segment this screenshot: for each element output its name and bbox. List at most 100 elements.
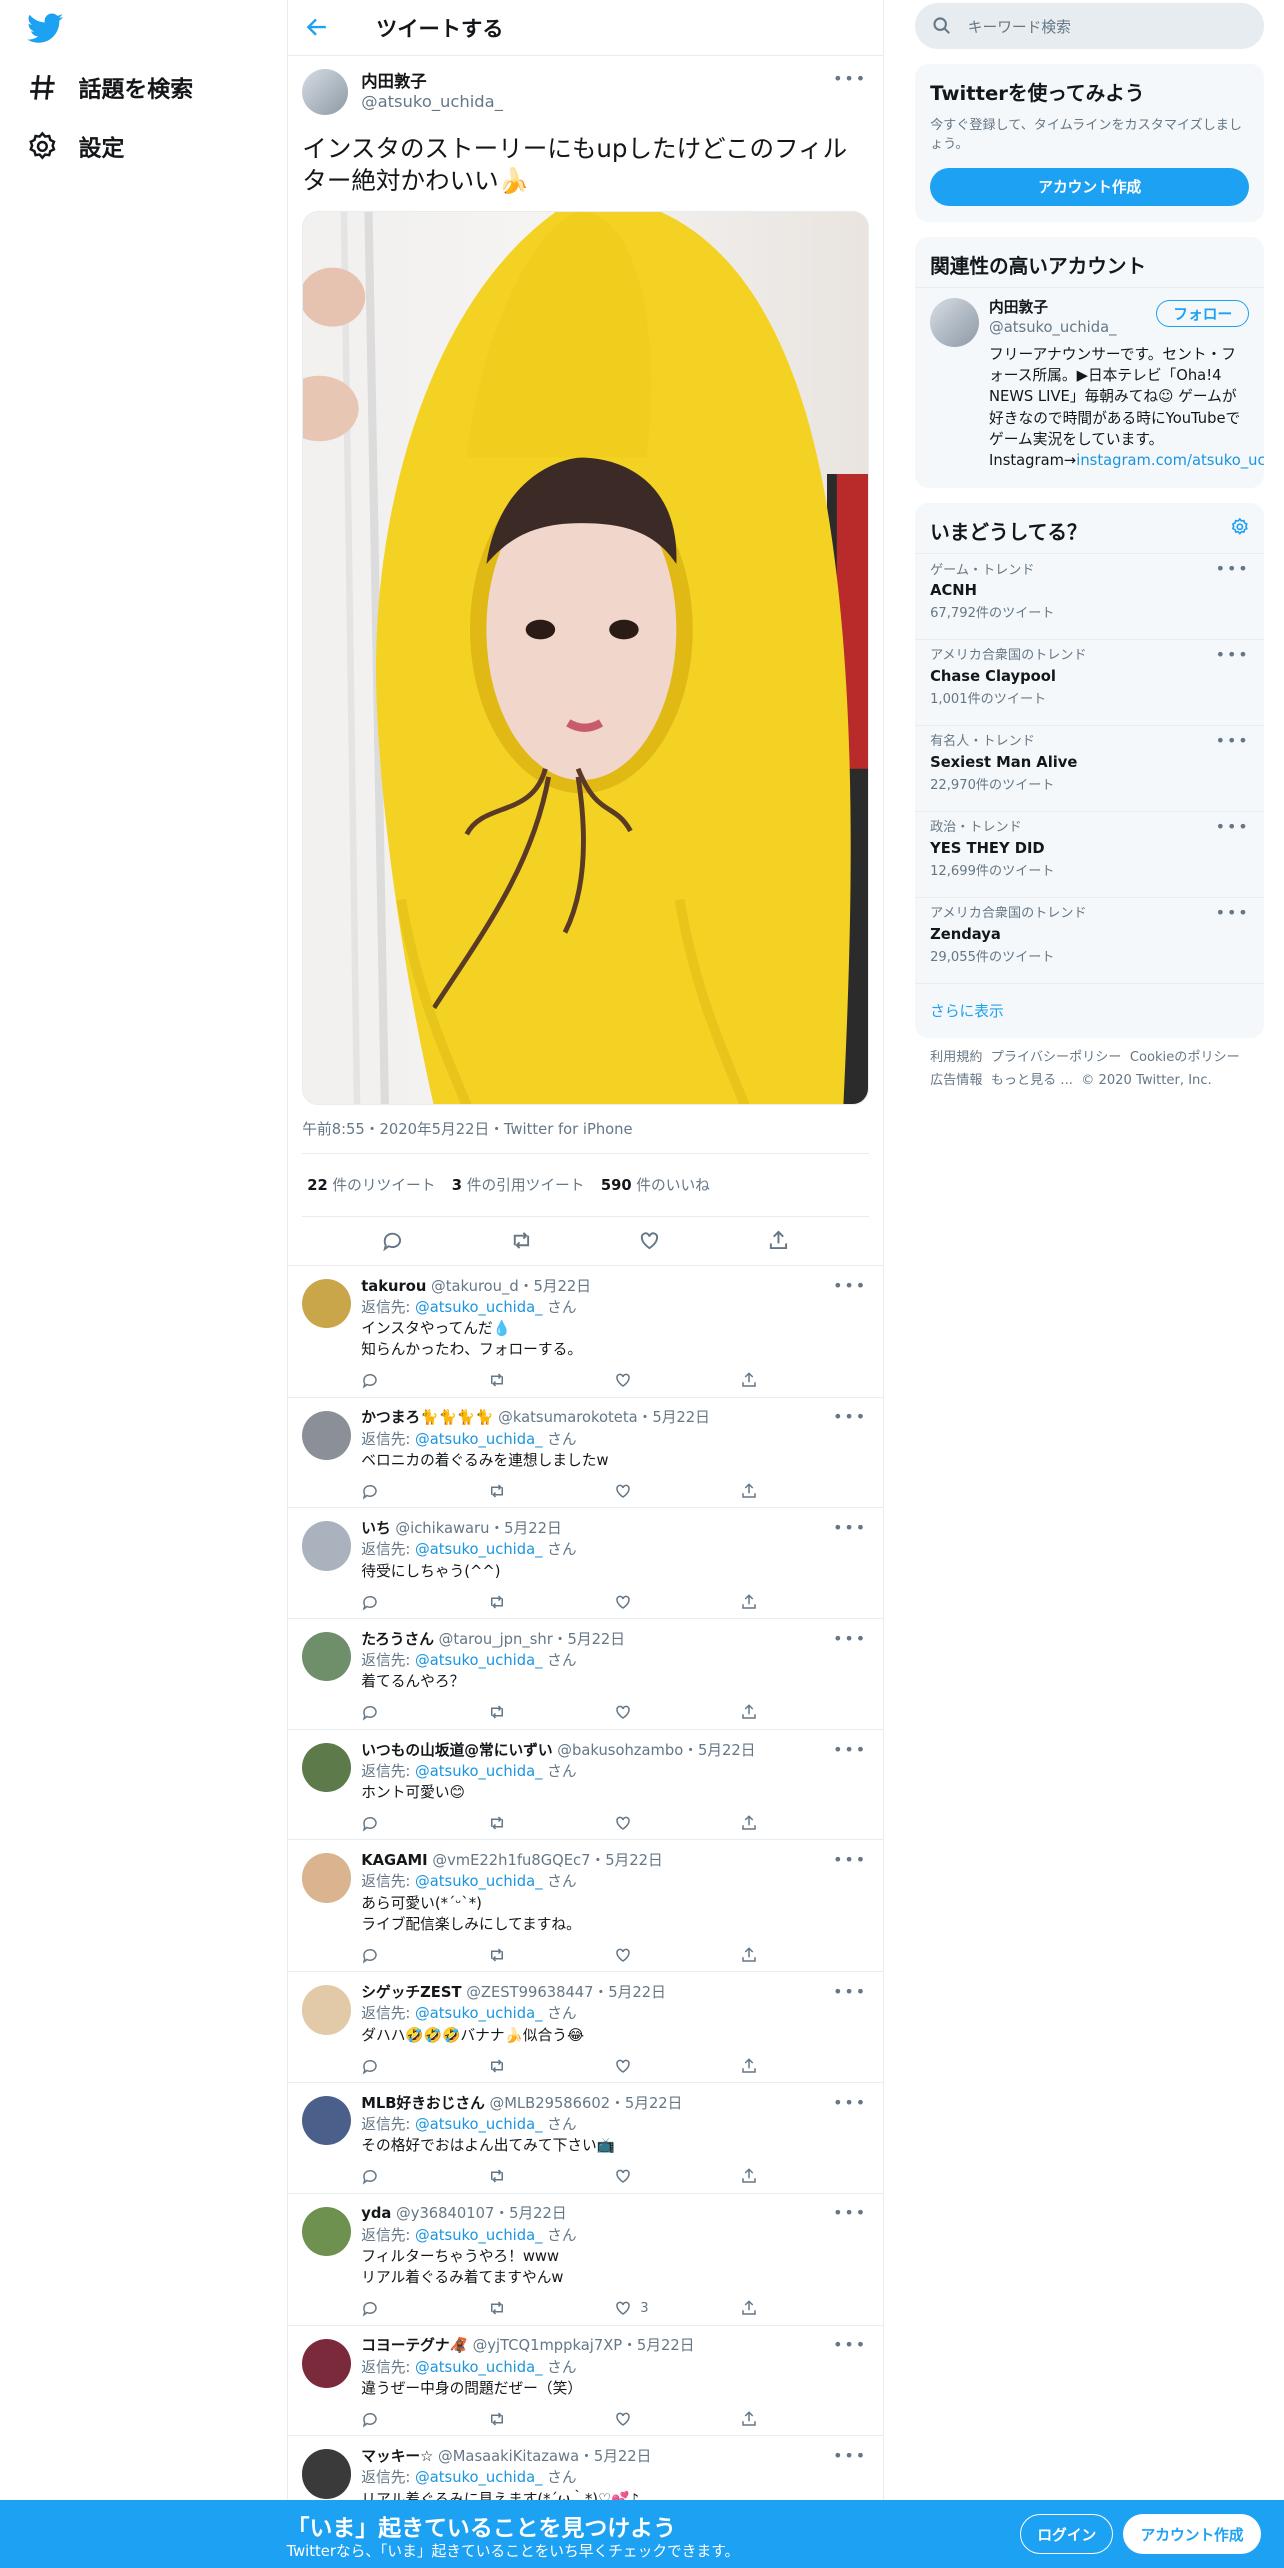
- retweet-icon[interactable]: [488, 1814, 506, 1832]
- heart-icon[interactable]: [614, 1814, 632, 1832]
- reply-icon[interactable]: [361, 1593, 379, 1611]
- back-arrow-icon[interactable]: [304, 14, 330, 40]
- more-options-icon[interactable]: •••: [833, 1407, 867, 1426]
- reply-tweet[interactable]: ••• MLB好きおじさん @MLB29586602・5月22日 返信先: @a…: [287, 2083, 884, 2194]
- reply-to-link[interactable]: @atsuko_uchida_: [415, 1652, 542, 1669]
- retweet-icon[interactable]: [488, 1593, 506, 1611]
- author-handle[interactable]: @atsuko_uchida_: [361, 92, 503, 112]
- more-options-icon[interactable]: •••: [833, 69, 867, 88]
- share-icon[interactable]: [740, 1814, 758, 1832]
- reply-date[interactable]: ・5月22日: [553, 1631, 625, 1648]
- reply-author-handle[interactable]: @ichikawaru: [395, 1520, 489, 1537]
- share-icon[interactable]: [740, 2057, 758, 2075]
- more-options-icon[interactable]: •••: [1216, 817, 1250, 836]
- reply-author-name[interactable]: KAGAMI: [361, 1852, 427, 1869]
- author-name[interactable]: 内田敦子: [361, 72, 503, 92]
- reply-icon[interactable]: [361, 1946, 379, 1964]
- reply-author-name[interactable]: いつもの山坂道@常にいずい: [361, 1742, 552, 1759]
- trend-item[interactable]: ••• 政治・トレンド YES THEY DID 12,699件のツイート: [915, 812, 1265, 898]
- retweet-icon[interactable]: [488, 2167, 506, 2185]
- reply-to-link[interactable]: @atsuko_uchida_: [415, 1299, 542, 1316]
- reply-date[interactable]: ・5月22日: [638, 1409, 710, 1426]
- heart-icon[interactable]: [638, 1229, 661, 1252]
- reply-author-name[interactable]: takurou: [361, 1278, 426, 1295]
- retweet-icon[interactable]: [488, 1482, 506, 1500]
- gear-icon[interactable]: [1230, 517, 1250, 537]
- reply-icon[interactable]: [361, 1482, 379, 1500]
- reply-date[interactable]: ・5月22日: [622, 2337, 694, 2354]
- heart-icon[interactable]: [614, 1946, 632, 1964]
- heart-icon[interactable]: [614, 1482, 632, 1500]
- avatar[interactable]: [930, 298, 980, 348]
- more-options-icon[interactable]: •••: [833, 1276, 867, 1295]
- reply-tweet[interactable]: ••• かつまろ🐈🐈🐈🐈 @katsumarokoteta・5月22日 返信先:…: [287, 1398, 884, 1509]
- heart-icon[interactable]: [614, 2057, 632, 2075]
- avatar[interactable]: [302, 2449, 352, 2499]
- reply-to-link[interactable]: @atsuko_uchida_: [415, 1763, 542, 1780]
- reply-icon[interactable]: [361, 2167, 379, 2185]
- avatar[interactable]: [302, 1632, 352, 1682]
- reply-icon[interactable]: [361, 1814, 379, 1832]
- reply-author-name[interactable]: コヨーテグナ🦧: [361, 2337, 468, 2354]
- reply-author-handle[interactable]: @MLB29586602: [490, 2095, 611, 2112]
- tweet-photo[interactable]: [302, 211, 869, 1106]
- reply-to-link[interactable]: @atsuko_uchida_: [415, 2227, 542, 2244]
- reply-to-link[interactable]: @atsuko_uchida_: [415, 2469, 542, 2486]
- reply-author-handle[interactable]: @yjTCQ1mppkaj7XP: [473, 2337, 623, 2354]
- reply-author-handle[interactable]: @katsumarokoteta: [498, 1409, 637, 1426]
- reply-author-handle[interactable]: @y36840107: [396, 2205, 494, 2222]
- share-icon[interactable]: [740, 2410, 758, 2428]
- related-bio-link[interactable]: instagram.com/atsuko_uchida1...: [1076, 452, 1264, 469]
- reply-icon[interactable]: [361, 2410, 379, 2428]
- share-icon[interactable]: [740, 2299, 758, 2317]
- reply-date[interactable]: ・5月22日: [610, 2095, 682, 2112]
- avatar[interactable]: [302, 1742, 352, 1792]
- share-icon[interactable]: [740, 1482, 758, 1500]
- avatar[interactable]: [302, 2096, 352, 2146]
- heart-icon[interactable]: [614, 2410, 632, 2428]
- reply-tweet[interactable]: ••• いつもの山坂道@常にいずい @bakusohzambo・5月22日 返信…: [287, 1730, 884, 1841]
- heart-icon[interactable]: [614, 1593, 632, 1611]
- more-options-icon[interactable]: •••: [1216, 645, 1250, 664]
- like-count[interactable]: 590 件のいいね: [601, 1174, 710, 1195]
- heart-icon[interactable]: [614, 1371, 632, 1389]
- heart-icon[interactable]: [614, 2167, 632, 2185]
- trend-item[interactable]: ••• アメリカ合衆国のトレンド Zendaya 29,055件のツイート: [915, 898, 1265, 984]
- reply-tweet[interactable]: ••• takurou @takurou_d・5月22日 返信先: @atsuk…: [287, 1266, 884, 1398]
- more-options-icon[interactable]: •••: [833, 1982, 867, 2001]
- twitter-logo-icon[interactable]: [26, 10, 65, 46]
- login-button[interactable]: ログイン: [1020, 2513, 1114, 2555]
- reply-icon[interactable]: [361, 1371, 379, 1389]
- footer-link-privacy[interactable]: プライバシーポリシー: [991, 1050, 1122, 1065]
- reply-tweet[interactable]: ••• たろうさん @tarou_jpn_shr・5月22日 返信先: @ats…: [287, 1619, 884, 1730]
- heart-icon[interactable]: [614, 2299, 632, 2317]
- reply-author-handle[interactable]: @tarou_jpn_shr: [439, 1631, 553, 1648]
- more-options-icon[interactable]: •••: [833, 1850, 867, 1869]
- heart-icon[interactable]: [614, 1703, 632, 1721]
- reply-author-name[interactable]: yda: [361, 2205, 391, 2222]
- reply-author-handle[interactable]: @bakusohzambo: [557, 1742, 683, 1759]
- reply-date[interactable]: ・5月22日: [683, 1742, 755, 1759]
- reply-to-link[interactable]: @atsuko_uchida_: [415, 1541, 542, 1558]
- reply-to-link[interactable]: @atsuko_uchida_: [415, 2005, 542, 2022]
- reply-icon[interactable]: [361, 2057, 379, 2075]
- retweet-icon[interactable]: [488, 2057, 506, 2075]
- follow-button[interactable]: フォロー: [1156, 299, 1250, 328]
- avatar[interactable]: [302, 1853, 352, 1903]
- avatar[interactable]: [302, 1278, 352, 1328]
- retweet-icon[interactable]: [488, 2410, 506, 2428]
- share-icon[interactable]: [740, 2167, 758, 2185]
- reply-date[interactable]: ・5月22日: [590, 1852, 662, 1869]
- footer-link-more[interactable]: もっと見る ...: [991, 1073, 1073, 1088]
- share-icon[interactable]: [740, 1371, 758, 1389]
- reply-icon[interactable]: [381, 1229, 404, 1252]
- reply-author-name[interactable]: シゲッチZEST: [361, 1984, 461, 2001]
- retweet-icon[interactable]: [488, 2299, 506, 2317]
- reply-tweet[interactable]: ••• シゲッチZEST @ZEST99638447・5月22日 返信先: @a…: [287, 1972, 884, 2083]
- trend-item[interactable]: ••• アメリカ合衆国のトレンド Chase Claypool 1,001件のツ…: [915, 640, 1265, 726]
- more-options-icon[interactable]: •••: [833, 2335, 867, 2354]
- search-input[interactable]: キーワード検索: [915, 3, 1265, 50]
- share-icon[interactable]: [767, 1229, 790, 1252]
- reply-tweet[interactable]: ••• いち @ichikawaru・5月22日 返信先: @atsuko_uc…: [287, 1508, 884, 1620]
- avatar[interactable]: [302, 1521, 352, 1571]
